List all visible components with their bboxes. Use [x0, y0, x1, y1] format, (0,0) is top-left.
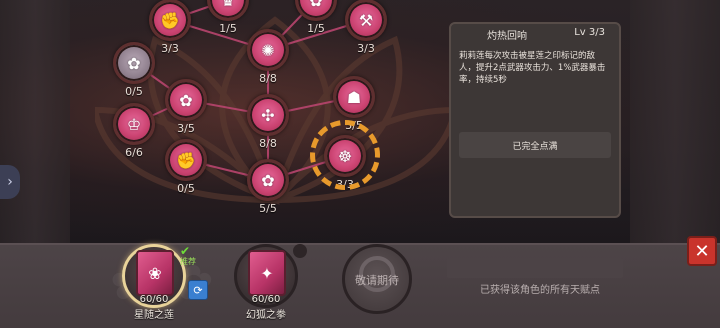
helmet-icon: ♛ [220, 0, 236, 10]
talent-description: 莉莉莲每次攻击被星莲之印标记的敌人，提升2点武器攻击力、1%武器暴击率，持续5秒 [459, 51, 606, 85]
loadout-card-2[interactable]: ✦ 60/60 幻狐之拳 [234, 244, 298, 321]
crown-icon: ♔ [126, 114, 142, 134]
talent-node[interactable]: ✊ [149, 0, 191, 41]
all-points-obtained-text: 已获得该角色的所有天赋点 [480, 285, 600, 296]
talent-node-level: 8/8 [259, 72, 277, 85]
panel-header: 灼热回响 Lv 3/3 [451, 24, 619, 42]
talent-node[interactable]: ♔ [113, 103, 155, 145]
talent-node-level: 1/5 [219, 22, 237, 35]
talent-node-level: 3/5 [177, 122, 195, 135]
side-drawer-tab[interactable]: › [0, 165, 20, 199]
loadout-card-1[interactable]: ❀ 60/60 星随之莲 [122, 244, 186, 321]
selected-node-ring [310, 120, 380, 190]
mask-icon: ☗ [346, 87, 362, 107]
talent-level: Lv 3/3 [574, 27, 605, 38]
talent-node-level: 6/6 [125, 146, 143, 159]
loadout-count: 60/60 [139, 294, 169, 305]
talent-node-level: 3/3 [357, 42, 375, 55]
coming-soon-label: 敬请期待 [355, 274, 399, 287]
talent-node[interactable]: ✿ [165, 79, 207, 121]
talent-node-level: 8/8 [259, 137, 277, 150]
talent-node[interactable]: ✺ [247, 29, 289, 71]
knot-icon: ✣ [261, 105, 275, 125]
lotus-icon: ✿ [261, 170, 275, 190]
talent-node-level: 3/3 [161, 42, 179, 55]
talent-node[interactable]: ✿ [113, 42, 155, 84]
fist-icon: ✊ [160, 10, 180, 30]
loadout-name: 幻狐之拳 [246, 310, 286, 321]
share-icon[interactable]: ⟳ [188, 280, 208, 300]
lotus-icon: ✿ [309, 0, 323, 10]
hammer-icon: ⚒ [358, 10, 374, 30]
talent-detail-panel: 灼热回响 Lv 3/3 莉莉莲每次攻击被星莲之印标记的敌人，提升2点武器攻击力、… [449, 22, 621, 218]
loadout-count: 60/60 [251, 294, 281, 305]
talent-node[interactable]: ☗ [333, 76, 375, 118]
talent-title: 灼热回响 [487, 31, 527, 42]
talent-node[interactable]: ✿ [247, 159, 289, 201]
coming-soon-slot: 敬请期待 [342, 244, 412, 320]
spellbook-icon: ✦ [248, 250, 286, 296]
talent-node[interactable]: ⚒ [345, 0, 387, 41]
loadout-name: 星随之莲 [134, 310, 174, 321]
talent-node-level: 0/5 [177, 182, 195, 195]
recommend-badge: 推荐 [180, 257, 196, 266]
bee-icon: ✺ [261, 40, 275, 60]
lotus-icon: ✿ [127, 53, 141, 73]
maxed-button[interactable]: 已完全点满 [459, 132, 611, 158]
talent-node-level: 0/5 [125, 85, 143, 98]
spellbook-icon: ❀ [136, 250, 174, 296]
fist-icon: ✊ [176, 150, 196, 170]
talent-node-level: 5/5 [259, 202, 277, 215]
lotus-icon: ✿ [179, 90, 193, 110]
info-bar [447, 258, 623, 278]
talent-node-level: 1/5 [307, 22, 325, 35]
close-button[interactable]: ✕ [687, 236, 717, 266]
talent-node[interactable]: ✣ [247, 94, 289, 136]
slot-dot [293, 244, 307, 258]
talent-node[interactable]: ✊ [165, 139, 207, 181]
